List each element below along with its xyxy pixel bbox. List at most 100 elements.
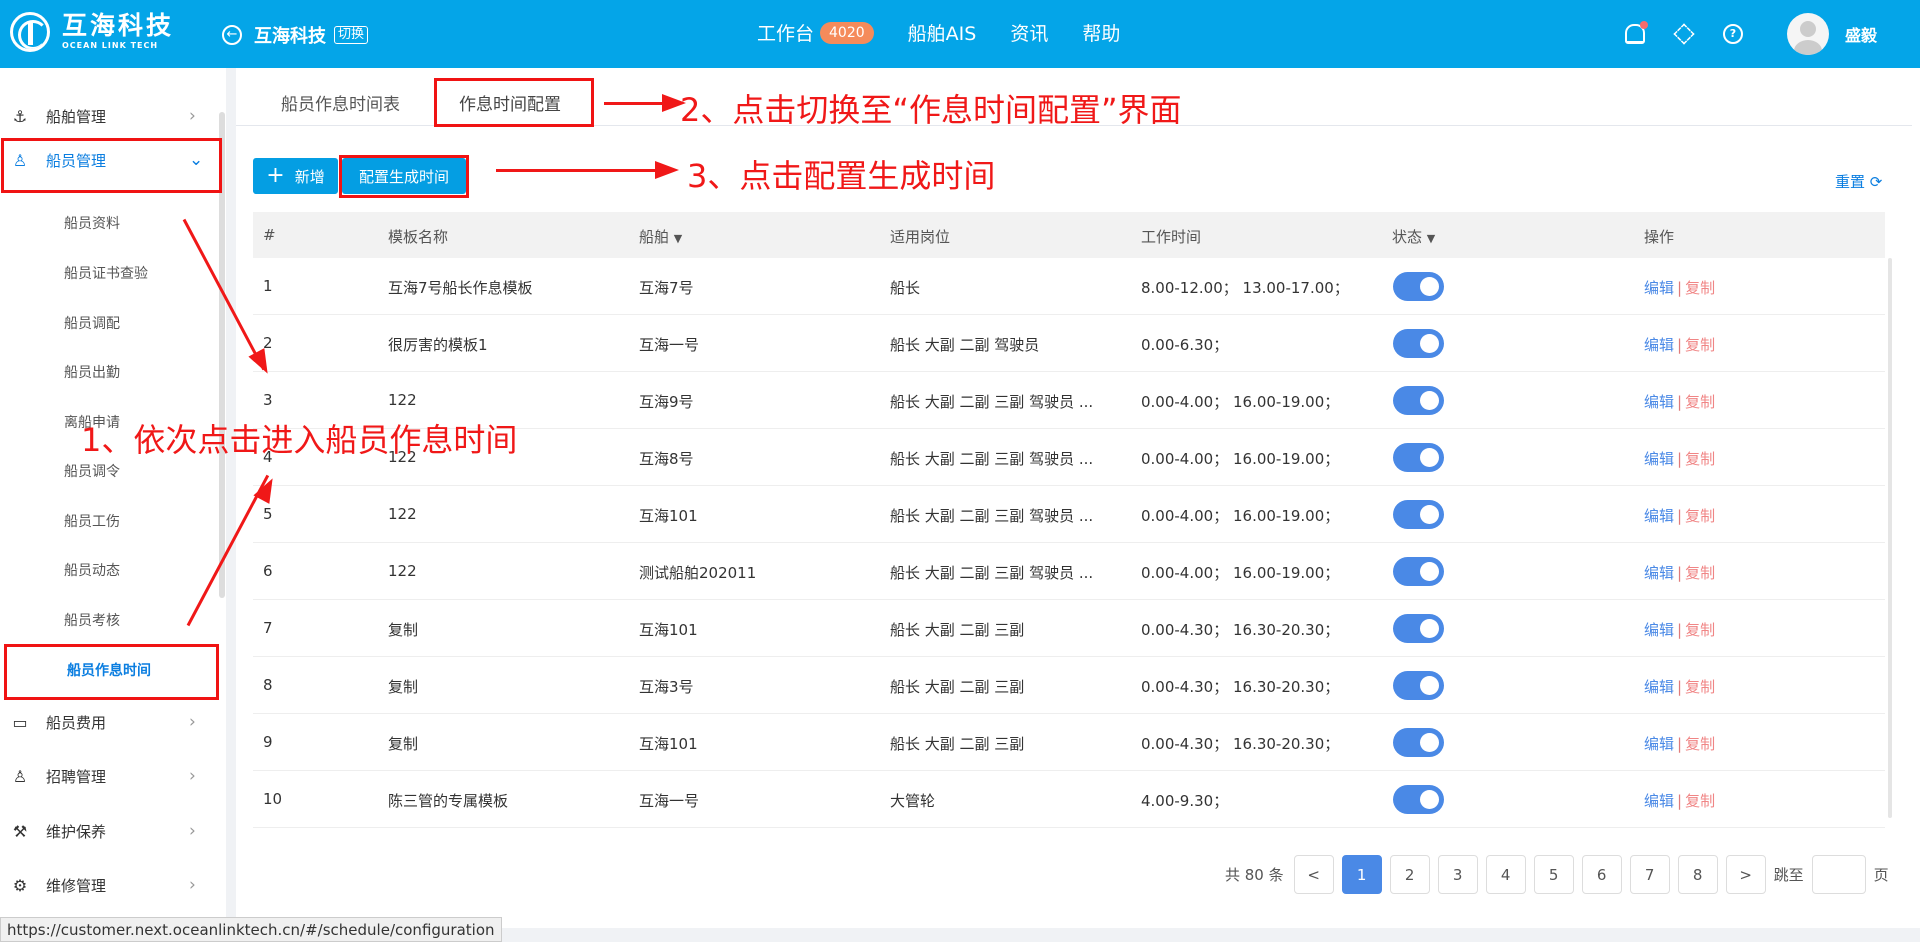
- nav-help[interactable]: 帮助: [1082, 19, 1120, 46]
- copy-link[interactable]: 复制: [1685, 507, 1715, 525]
- workbench-badge: 4020: [820, 21, 874, 44]
- table-scrollbar[interactable]: [1888, 258, 1892, 818]
- sidebar-subitem-crew-dynamics[interactable]: 船员动态: [0, 553, 222, 587]
- sidebar-subitem-crew-profile[interactable]: 船员资料: [0, 206, 222, 240]
- back-icon[interactable]: ←: [222, 25, 242, 45]
- column-header-template: 模板名称: [388, 228, 449, 246]
- prev-page-button[interactable]: <: [1293, 855, 1334, 894]
- action-separator: |: [1677, 792, 1683, 810]
- bell-icon[interactable]: [1624, 21, 1648, 44]
- column-header-ship[interactable]: 船舶 ▼: [639, 226, 682, 247]
- work-time: 4.00-9.30；: [1141, 792, 1229, 810]
- positions: 船长 大副 二副 三副: [890, 735, 1025, 753]
- nav-workbench-label: 工作台: [757, 23, 815, 45]
- jump-page-input[interactable]: [1811, 855, 1866, 894]
- status-toggle[interactable]: [1393, 614, 1444, 643]
- sidebar-item-repair[interactable]: ⚙ 维修管理 ›: [0, 863, 222, 907]
- add-button[interactable]: + 新增: [253, 158, 338, 194]
- sidebar-item-recruitment[interactable]: ♙ 招聘管理 ›: [0, 754, 222, 798]
- row-index: 10: [263, 790, 283, 808]
- copy-link[interactable]: 复制: [1685, 393, 1715, 411]
- copy-link[interactable]: 复制: [1685, 279, 1715, 297]
- sidebar-item-maintenance[interactable]: ⚒ 维护保养 ›: [0, 809, 222, 853]
- page-button[interactable]: 6: [1581, 855, 1622, 894]
- page-button[interactable]: 7: [1629, 855, 1670, 894]
- edit-link[interactable]: 编辑: [1644, 450, 1674, 468]
- column-header-status[interactable]: 状态 ▼: [1392, 226, 1435, 247]
- sidebar-item-ship-management[interactable]: ⚓ 船舶管理 ›: [0, 94, 222, 138]
- page-button[interactable]: 3: [1437, 855, 1478, 894]
- edit-link[interactable]: 编辑: [1644, 279, 1674, 297]
- sidebar-scrollbar[interactable]: [219, 112, 225, 598]
- nav-workbench[interactable]: 工作台 4020: [757, 19, 874, 46]
- copy-link[interactable]: 复制: [1685, 621, 1715, 639]
- status-toggle[interactable]: [1393, 557, 1444, 586]
- work-time: 0.00-4.00； 16.00-19.00；: [1141, 564, 1340, 582]
- sort-down-icon: ▼: [673, 232, 683, 245]
- edit-link[interactable]: 编辑: [1644, 678, 1674, 696]
- status-toggle[interactable]: [1393, 671, 1444, 700]
- chevron-right-icon: ›: [189, 106, 196, 126]
- row-actions: 编辑 | 复制: [1644, 448, 1715, 469]
- switch-company-button[interactable]: 切换: [334, 26, 369, 44]
- tab-rest-config[interactable]: 作息时间配置: [459, 90, 561, 115]
- sidebar-subitem-attendance[interactable]: 船员出勤: [0, 355, 222, 389]
- nav-ship-ais[interactable]: 船舶AIS: [908, 19, 977, 46]
- edit-link[interactable]: 编辑: [1644, 621, 1674, 639]
- copy-link[interactable]: 复制: [1685, 735, 1715, 753]
- status-toggle[interactable]: [1393, 386, 1444, 415]
- positions: 船长 大副 二副 三副 驾驶员 ...: [890, 564, 1094, 582]
- reset-button[interactable]: 重置 ⟳: [1835, 171, 1882, 192]
- edit-link[interactable]: 编辑: [1644, 564, 1674, 582]
- page-button[interactable]: 1: [1341, 855, 1382, 894]
- logo[interactable]: 互海科技 OCEAN LINK TECH: [10, 12, 174, 52]
- page-button[interactable]: 5: [1533, 855, 1574, 894]
- copy-link[interactable]: 复制: [1685, 678, 1715, 696]
- fullscreen-icon[interactable]: [1673, 23, 1695, 45]
- row-actions: 编辑 | 复制: [1644, 391, 1715, 412]
- edit-link[interactable]: 编辑: [1644, 735, 1674, 753]
- sidebar-subitem-rest-hours[interactable]: 船员作息时间: [0, 653, 222, 687]
- template-name: 互海7号船长作息模板: [388, 279, 533, 297]
- sidebar-item-label: 船员管理: [46, 151, 107, 170]
- sidebar-subitem-crew-allocation[interactable]: 船员调配: [0, 306, 222, 340]
- edit-link[interactable]: 编辑: [1644, 792, 1674, 810]
- edit-link[interactable]: 编辑: [1644, 393, 1674, 411]
- tab-rest-schedule[interactable]: 船员作息时间表: [281, 90, 400, 115]
- chevron-right-icon: ›: [189, 712, 196, 732]
- sidebar-item-crew-management[interactable]: ♙ 船员管理 ⌄: [0, 138, 222, 182]
- status-toggle[interactable]: [1393, 500, 1444, 529]
- username[interactable]: 盛毅: [1845, 22, 1877, 46]
- status-toggle[interactable]: [1393, 785, 1444, 814]
- page-button[interactable]: 4: [1485, 855, 1526, 894]
- copy-link[interactable]: 复制: [1685, 450, 1715, 468]
- nav-news[interactable]: 资讯: [1010, 19, 1048, 46]
- edit-link[interactable]: 编辑: [1644, 336, 1674, 354]
- status-toggle[interactable]: [1393, 728, 1444, 757]
- status-toggle[interactable]: [1393, 443, 1444, 472]
- template-name: 122: [388, 391, 417, 409]
- notification-dot: [1639, 21, 1648, 29]
- avatar[interactable]: [1786, 13, 1829, 55]
- page-button[interactable]: 8: [1677, 855, 1718, 894]
- next-page-button[interactable]: >: [1725, 855, 1766, 894]
- sidebar-subitem-work-injury[interactable]: 船员工伤: [0, 504, 222, 538]
- page-button[interactable]: 2: [1389, 855, 1430, 894]
- status-toggle[interactable]: [1393, 329, 1444, 358]
- help-icon[interactable]: ?: [1722, 24, 1743, 44]
- edit-link[interactable]: 编辑: [1644, 507, 1674, 525]
- copy-link[interactable]: 复制: [1685, 336, 1715, 354]
- row-index: 6: [263, 562, 273, 580]
- sidebar-item-crew-expenses[interactable]: ▭ 船员费用 ›: [0, 700, 222, 744]
- copy-link[interactable]: 复制: [1685, 564, 1715, 582]
- sidebar-subitem-certificate-check[interactable]: 船员证书查验: [0, 256, 222, 290]
- positions: 大管轮: [890, 792, 936, 810]
- table-row: 5 122 互海101 船长 大副 二副 三副 驾驶员 ... 0.00-4.00； 1…: [253, 486, 1885, 543]
- action-separator: |: [1677, 279, 1683, 297]
- annotation-arrow-line: [496, 169, 662, 172]
- copy-link[interactable]: 复制: [1685, 792, 1715, 810]
- status-toggle[interactable]: [1393, 272, 1444, 301]
- table-row: 2 很厉害的模板1 互海一号 船长 大副 二副 驾驶员 0.00-6.30； 编辑 | 复制: [253, 315, 1885, 372]
- config-time-button[interactable]: 配置生成时间: [342, 158, 466, 194]
- chevron-right-icon: ›: [189, 766, 196, 786]
